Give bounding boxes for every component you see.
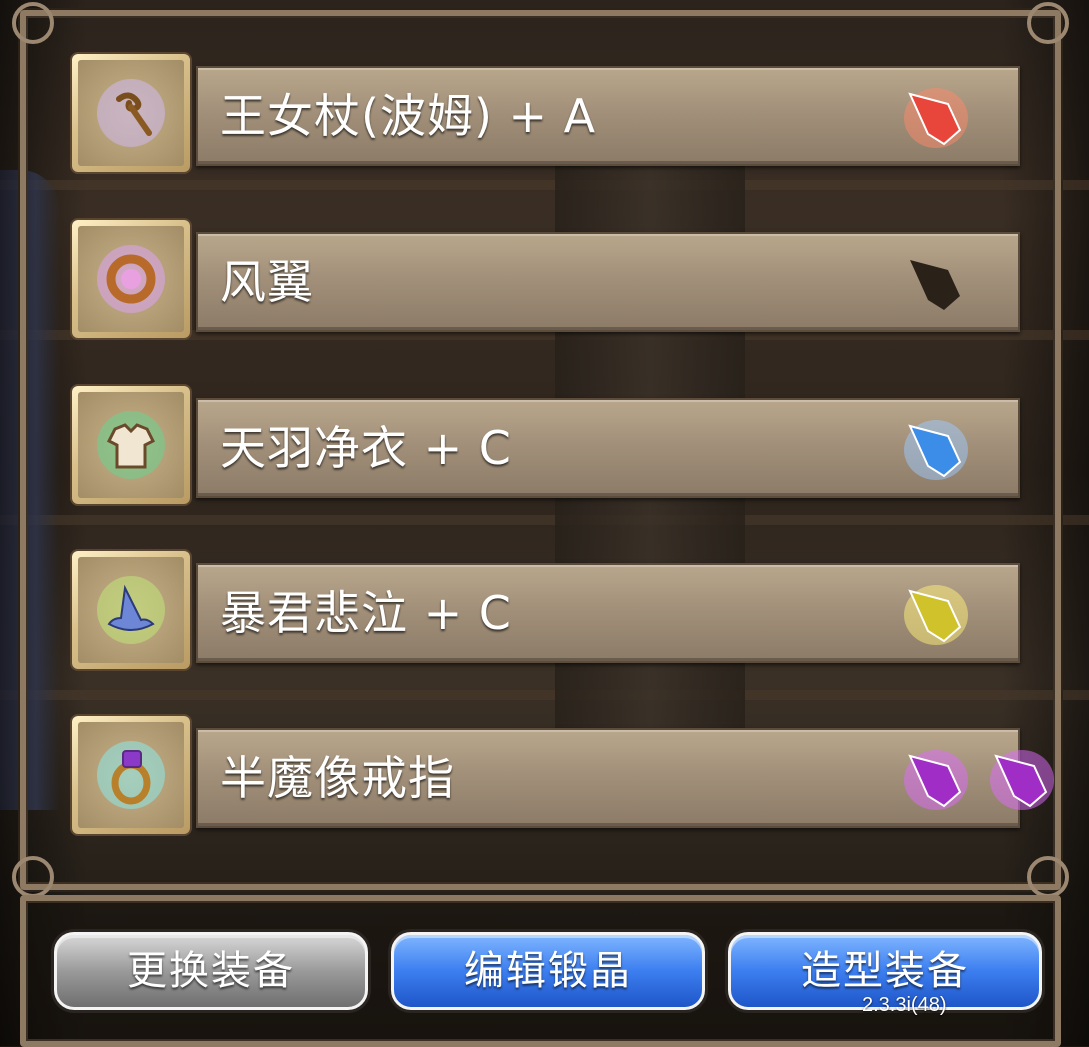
equipment-name: 半魔像戒指 [220,751,455,805]
equipment-name-bar: 王女杖(波姆) + A [196,66,1020,166]
equipment-slot[interactable] [72,716,190,834]
empty-crystal-slot-icon[interactable] [898,246,970,318]
frame-corner-ornament [12,856,54,898]
equipment-row[interactable]: 风翼 [72,220,1022,342]
equipment-slot[interactable] [72,220,190,338]
equipment-slot[interactable] [72,386,190,504]
equipment-slot[interactable] [72,54,190,172]
change-equipment-button[interactable]: 更换装备 [54,932,368,1010]
purple-crystal-icon[interactable] [984,742,1056,814]
equipment-name-bar: 暴君悲泣 + C [196,563,1020,663]
equipment-row[interactable]: 半魔像戒指 [72,716,1054,838]
equipment-row[interactable]: 暴君悲泣 + C [72,551,1022,673]
staff-icon [97,79,165,147]
blue-crystal-icon[interactable] [898,412,970,484]
edit-crystals-button[interactable]: 编辑锻晶 [391,932,705,1010]
frame-corner-ornament [1027,2,1069,44]
equipment-name-bar: 半魔像戒指 [196,728,1054,828]
equipment-name: 风翼 [220,255,314,309]
equipment-name: 天羽净衣 + C [220,421,512,475]
yellow-crystal-icon[interactable] [898,577,970,649]
equipment-name: 王女杖(波姆) + A [220,89,597,143]
version-label: 2.3.3i(48) [862,994,947,1016]
red-crystal-icon[interactable] [898,80,970,152]
equipment-name: 暴君悲泣 + C [220,586,512,640]
equipment-slot[interactable] [72,551,190,669]
equipment-row[interactable]: 王女杖(波姆) + A [72,54,1022,176]
robe-icon [97,411,165,479]
frame-corner-ornament [12,2,54,44]
wizard-hat-icon [97,576,165,644]
equipment-name-bar: 天羽净衣 + C [196,398,1020,498]
ring-icon [97,245,165,313]
frame-corner-ornament [1027,856,1069,898]
equipment-row[interactable]: 天羽净衣 + C [72,386,1022,508]
gem-ring-icon [97,741,165,809]
equipment-name-bar: 风翼 [196,232,1020,332]
purple-crystal-icon[interactable] [898,742,970,814]
